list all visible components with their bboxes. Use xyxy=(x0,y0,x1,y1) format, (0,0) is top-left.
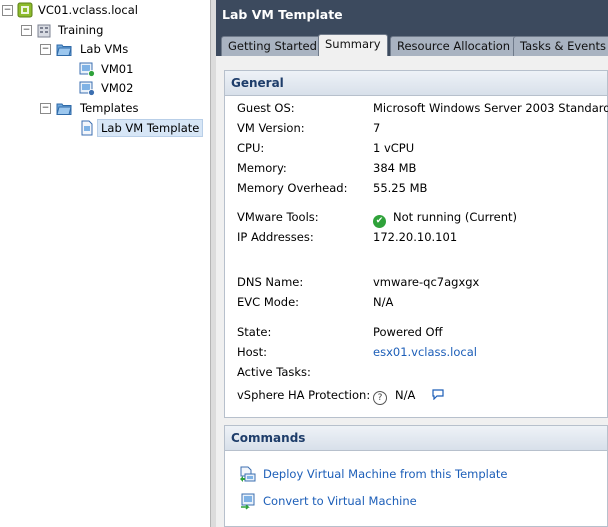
host-label: Host: xyxy=(237,345,268,359)
vm-icon xyxy=(79,81,95,96)
cpu-label: CPU: xyxy=(237,141,265,155)
vm-version-label: VM Version: xyxy=(237,121,305,135)
datacenter-icon xyxy=(37,24,51,38)
memory-overhead-value: 55.25 MB xyxy=(373,181,428,195)
tree-item-label: VC01.vclass.local xyxy=(38,3,138,17)
convert-to-vm-label: Convert to Virtual Machine xyxy=(263,494,417,508)
convert-icon xyxy=(241,493,255,510)
cpu-value: 1 vCPU xyxy=(373,141,415,155)
commands-panel: Commands Deploy Virtual Machine from thi… xyxy=(224,425,608,527)
tree-item-lab-vms[interactable]: − Lab VMs xyxy=(0,40,210,58)
collapse-toggle[interactable]: − xyxy=(40,44,51,55)
vm-icon xyxy=(79,62,95,77)
state-label: State: xyxy=(237,325,272,339)
ha-protection-label: vSphere HA Protection: xyxy=(237,388,371,402)
tab-bar: Getting Started Summary Resource Allocat… xyxy=(216,32,608,56)
vmware-tools-value: Not running (Current) xyxy=(393,210,518,224)
tab-tasks-events[interactable]: Tasks & Events xyxy=(513,36,608,56)
tree-item-vcenter[interactable]: − VC01.vclass.local xyxy=(0,1,210,19)
general-panel-title: General xyxy=(225,71,607,96)
detail-pane: Lab VM Template Getting Started Summary … xyxy=(216,0,608,527)
tree-item-label: Lab VMs xyxy=(80,42,129,56)
check-circle-icon: ✔ xyxy=(373,215,386,228)
page-title: Lab VM Template xyxy=(216,0,608,32)
vm-version-value: 7 xyxy=(373,121,381,135)
evc-mode-value: N/A xyxy=(373,295,394,309)
vmware-tools-status: ✔ Not running (Current) xyxy=(373,210,517,228)
memory-overhead-label: Memory Overhead: xyxy=(237,181,348,195)
deploy-vm-label: Deploy Virtual Machine from this Templat… xyxy=(263,467,508,481)
tab-summary[interactable]: Summary xyxy=(318,34,388,56)
summary-content: General Guest OS: Microsoft Windows Serv… xyxy=(216,56,608,527)
tree-item-lab-vm-template[interactable]: Lab VM Template xyxy=(0,119,210,137)
ha-protection-status: ? N/A xyxy=(373,388,415,405)
tree-item-label: VM01 xyxy=(101,62,134,76)
tree-item-vm01[interactable]: VM01 xyxy=(0,60,210,78)
folder-icon xyxy=(56,103,72,115)
dns-name-label: DNS Name: xyxy=(237,275,304,289)
active-tasks-label: Active Tasks: xyxy=(237,365,311,379)
vmware-tools-label: VMware Tools: xyxy=(237,210,319,224)
folder-icon xyxy=(56,44,72,56)
tab-getting-started[interactable]: Getting Started xyxy=(221,36,324,56)
collapse-toggle[interactable]: − xyxy=(21,25,32,36)
help-icon[interactable]: ? xyxy=(373,391,387,405)
tree-item-label: Lab VM Template xyxy=(97,119,204,137)
tree-item-vm02[interactable]: VM02 xyxy=(0,79,210,97)
tab-resource-allocation[interactable]: Resource Allocation xyxy=(390,36,518,56)
guest-os-value: Microsoft Windows Server 2003 Standard..… xyxy=(373,101,608,115)
template-icon xyxy=(81,120,93,136)
collapse-toggle[interactable]: − xyxy=(2,5,13,16)
comment-icon[interactable] xyxy=(432,389,444,400)
memory-label: Memory: xyxy=(237,161,287,175)
deploy-icon xyxy=(240,466,256,482)
host-link[interactable]: esx01.vclass.local xyxy=(373,345,477,359)
commands-panel-title: Commands xyxy=(225,426,607,451)
ip-addresses-value: 172.20.10.101 xyxy=(373,230,458,244)
tree-item-templates[interactable]: − Templates xyxy=(0,99,210,117)
inventory-tree: − VC01.vclass.local − Training − Lab VMs xyxy=(0,0,212,527)
tree-item-label: VM02 xyxy=(101,81,134,95)
ip-addresses-label: IP Addresses: xyxy=(237,230,314,244)
ha-protection-value: N/A xyxy=(395,388,416,402)
vcenter-icon xyxy=(17,2,33,18)
general-panel: General Guest OS: Microsoft Windows Serv… xyxy=(224,70,608,418)
collapse-toggle[interactable]: − xyxy=(40,103,51,114)
tree-item-training[interactable]: − Training xyxy=(0,21,210,39)
memory-value: 384 MB xyxy=(373,161,417,175)
dns-name-value: vmware-qc7agxgx xyxy=(373,275,480,289)
state-value: Powered Off xyxy=(373,325,443,339)
evc-mode-label: EVC Mode: xyxy=(237,295,300,309)
tree-item-label: Templates xyxy=(80,101,139,115)
tree-item-label: Training xyxy=(58,23,104,37)
guest-os-label: Guest OS: xyxy=(237,101,295,115)
